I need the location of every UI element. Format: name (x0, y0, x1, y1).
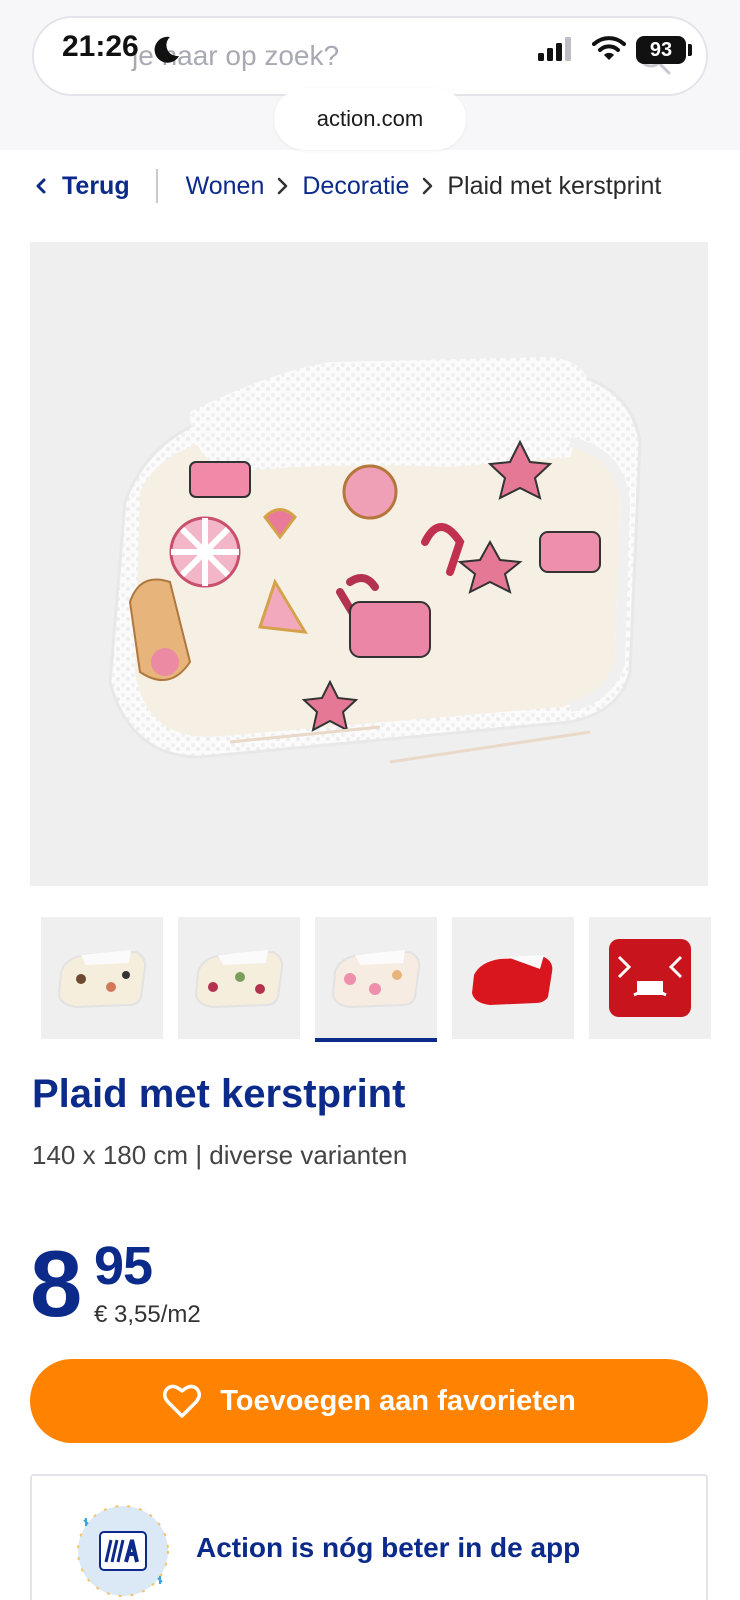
thumbnail-5[interactable] (589, 917, 711, 1039)
battery-indicator: 93 (636, 36, 686, 64)
status-time: 21:26 (62, 30, 139, 63)
product-subtitle: 140 x 180 cm | diverse varianten (32, 1140, 408, 1170)
price-minor: 95 (94, 1236, 153, 1296)
breadcrumb-current: Plaid met kerstprint (447, 171, 662, 200)
top-bar: je naar op zoek? 21:26 93 action.com (0, 0, 740, 150)
breadcrumb-item-wonen[interactable]: Wonen (186, 172, 265, 201)
action-app-logo-icon (77, 1505, 169, 1597)
chevron-left-icon (36, 178, 46, 194)
add-to-favorites-button[interactable]: Toevoegen aan favorieten (30, 1359, 708, 1443)
thumbnail-4[interactable] (452, 917, 574, 1039)
heart-icon (163, 1384, 202, 1418)
thumb-image (609, 939, 691, 1017)
breadcrumb-divider (155, 169, 158, 203)
wifi-icon (592, 36, 626, 60)
signal-icon (538, 37, 571, 61)
app-promo-text: Action is nóg beter in de app (196, 1532, 581, 1563)
breadcrumb-item-decoratie[interactable]: Decoratie (302, 172, 409, 201)
thumbnail-3-active[interactable] (315, 917, 437, 1042)
thumbnail-2[interactable] (178, 917, 300, 1039)
thumb-image (57, 950, 147, 1009)
unit-price: € 3,55/m2 (94, 1301, 201, 1328)
product-title: Plaid met kerstprint (32, 1072, 406, 1116)
chevron-right-icon (423, 177, 433, 195)
battery-tip (688, 44, 692, 56)
thumb-image (331, 950, 421, 1009)
product-image[interactable] (30, 242, 708, 886)
app-promo-card[interactable]: Action is nóg beter in de app (30, 1474, 708, 1600)
thumb-image (194, 950, 284, 1009)
price-major: 8 (30, 1231, 82, 1336)
moon-icon (154, 36, 179, 63)
url-domain[interactable]: action.com (274, 88, 466, 150)
blanket-illustration (108, 357, 642, 764)
chevron-right-icon (278, 177, 288, 195)
thumb-image (472, 955, 553, 1005)
thumbnail-strip (41, 917, 711, 1042)
thumbnail-1[interactable] (41, 917, 163, 1039)
back-link[interactable]: Terug (34, 172, 130, 201)
back-label: Terug (62, 171, 130, 200)
favorite-label: Toevoegen aan favorieten (220, 1384, 576, 1417)
breadcrumb: Terug Wonen Decoratie Plaid met kerstpri… (34, 165, 661, 207)
